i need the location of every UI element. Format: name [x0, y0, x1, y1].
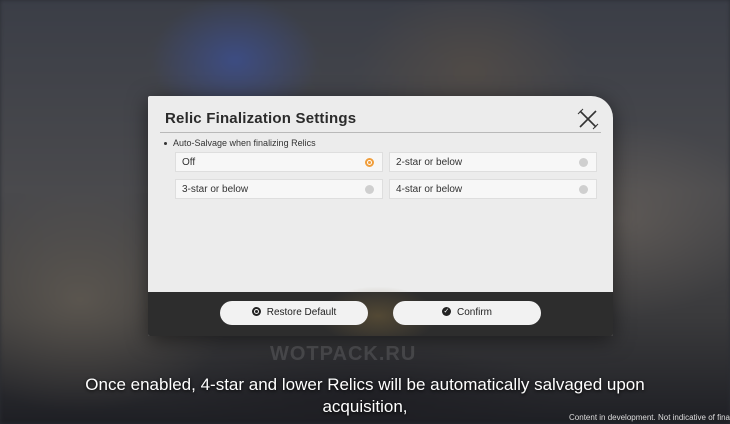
option-label: Off [182, 157, 196, 168]
auto-salvage-section-label: Auto-Salvage when finalizing Relics [164, 138, 316, 148]
option-off[interactable]: Off [175, 152, 383, 172]
subtitle-caption: Once enabled, 4-star and lower Relics wi… [0, 374, 730, 418]
radio-unselected-icon [579, 158, 588, 167]
radio-unselected-icon [365, 185, 374, 194]
relic-finalization-settings-dialog: Relic Finalization Settings Auto-Salvage… [148, 96, 613, 336]
option-label: 4-star or below [396, 184, 463, 195]
watermark-logo: WOTPACK.RU [270, 343, 417, 365]
radio-selected-icon [365, 158, 374, 167]
check-icon: ✓ [441, 306, 451, 316]
option-label: 3-star or below [182, 184, 249, 195]
restore-default-button[interactable]: Restore Default [220, 301, 368, 325]
subtitle-line-1: Once enabled, 4-star and lower Relics wi… [85, 375, 645, 394]
dialog-title: Relic Finalization Settings [165, 110, 357, 127]
option-3-star-or-below[interactable]: 3-star or below [175, 179, 383, 199]
option-label: 2-star or below [396, 157, 463, 168]
confirm-button[interactable]: ✓ Confirm [393, 301, 541, 325]
bullet-icon [164, 142, 167, 146]
development-notice: Content in development. Not indicative o… [569, 413, 730, 422]
title-divider [160, 132, 601, 133]
option-4-star-or-below[interactable]: 4-star or below [389, 179, 597, 199]
dialog-footer: Restore Default ✓ Confirm [148, 286, 613, 336]
radio-unselected-icon [579, 185, 588, 194]
restore-icon [251, 306, 261, 316]
close-icon[interactable] [577, 108, 599, 130]
option-2-star-or-below[interactable]: 2-star or below [389, 152, 597, 172]
